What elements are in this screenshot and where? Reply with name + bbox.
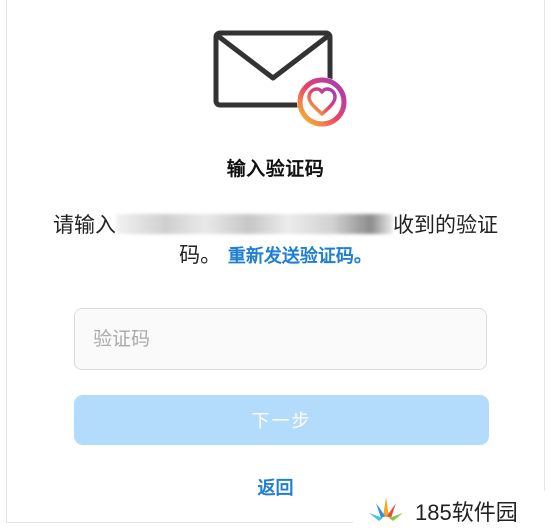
instruction-text: 请输入 收到的验证码。 重新发送验证码。	[47, 210, 504, 272]
next-button[interactable]: 下一步	[74, 395, 489, 445]
watermark-text: 185软件园	[415, 500, 518, 525]
envelope-icon	[213, 30, 347, 127]
redacted-email	[116, 214, 393, 234]
verification-card: 输入验证码 请输入收到的验证码。 重新发送验证码。 下一步 返回	[6, 0, 545, 523]
watermark-logo-icon	[369, 497, 403, 521]
resend-code-link[interactable]: 重新发送验证码。	[228, 246, 372, 267]
dialog-title: 输入验证码	[226, 158, 325, 180]
heart-badge-icon	[297, 77, 347, 127]
instruction-prefix: 请输入	[53, 213, 116, 237]
verification-code-input[interactable]	[74, 308, 487, 370]
watermark: 185软件园	[353, 491, 551, 531]
